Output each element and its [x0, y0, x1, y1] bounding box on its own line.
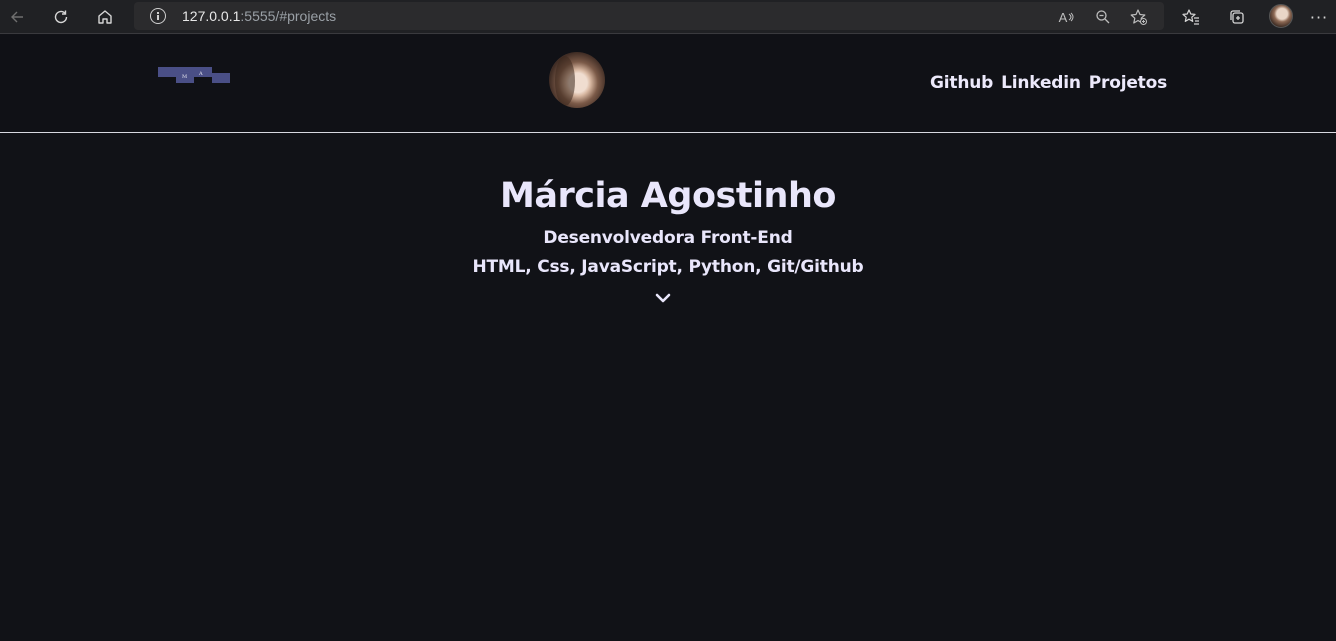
hero-section: Márcia Agostinho Desenvolvedora Front-En… [0, 170, 1336, 282]
nav-projetos-link[interactable]: Projetos [1089, 73, 1167, 93]
url-host: 127.0.0.1 [182, 8, 241, 24]
read-aloud-icon[interactable]: A [1056, 6, 1078, 28]
reload-icon[interactable] [48, 4, 74, 30]
site-header: M A Github Linkedin Projetos [0, 35, 1336, 133]
logo-block [158, 67, 176, 77]
page-title: Márcia Agostinho [500, 176, 836, 216]
nav-linkedin-link[interactable]: Linkedin [1001, 73, 1081, 93]
home-icon[interactable] [92, 4, 118, 30]
logo[interactable]: M A [158, 67, 230, 91]
url-path: :5555/#projects [240, 8, 337, 24]
logo-letter: A [199, 71, 203, 77]
info-icon[interactable] [150, 8, 166, 24]
logo-letter: M [182, 74, 188, 80]
nav-github-link[interactable]: Github [930, 73, 993, 93]
address-bar[interactable]: 127.0.0.1:5555/#projects A [134, 2, 1164, 30]
url-text[interactable]: 127.0.0.1:5555/#projects [182, 8, 336, 24]
hero-skills: HTML, Css, JavaScript, Python, Git/Githu… [472, 257, 864, 277]
read-aloud-label: A [1058, 9, 1068, 25]
browser-toolbar: 127.0.0.1:5555/#projects A ··· [0, 0, 1336, 34]
collections-icon[interactable] [1224, 4, 1250, 30]
profile-icon[interactable] [1268, 3, 1294, 29]
profile-picture [1269, 4, 1293, 28]
chevron-down-icon[interactable] [655, 292, 671, 304]
add-favorite-icon[interactable] [1128, 6, 1150, 28]
zoom-out-icon[interactable] [1092, 6, 1114, 28]
logo-block [212, 73, 230, 83]
hero-role: Desenvolvedora Front-End [543, 228, 793, 248]
more-icon[interactable]: ··· [1306, 4, 1332, 30]
avatar [549, 52, 605, 108]
back-icon[interactable] [4, 4, 30, 30]
main-nav: Github Linkedin Projetos [930, 73, 1167, 93]
favorites-icon[interactable] [1178, 4, 1204, 30]
